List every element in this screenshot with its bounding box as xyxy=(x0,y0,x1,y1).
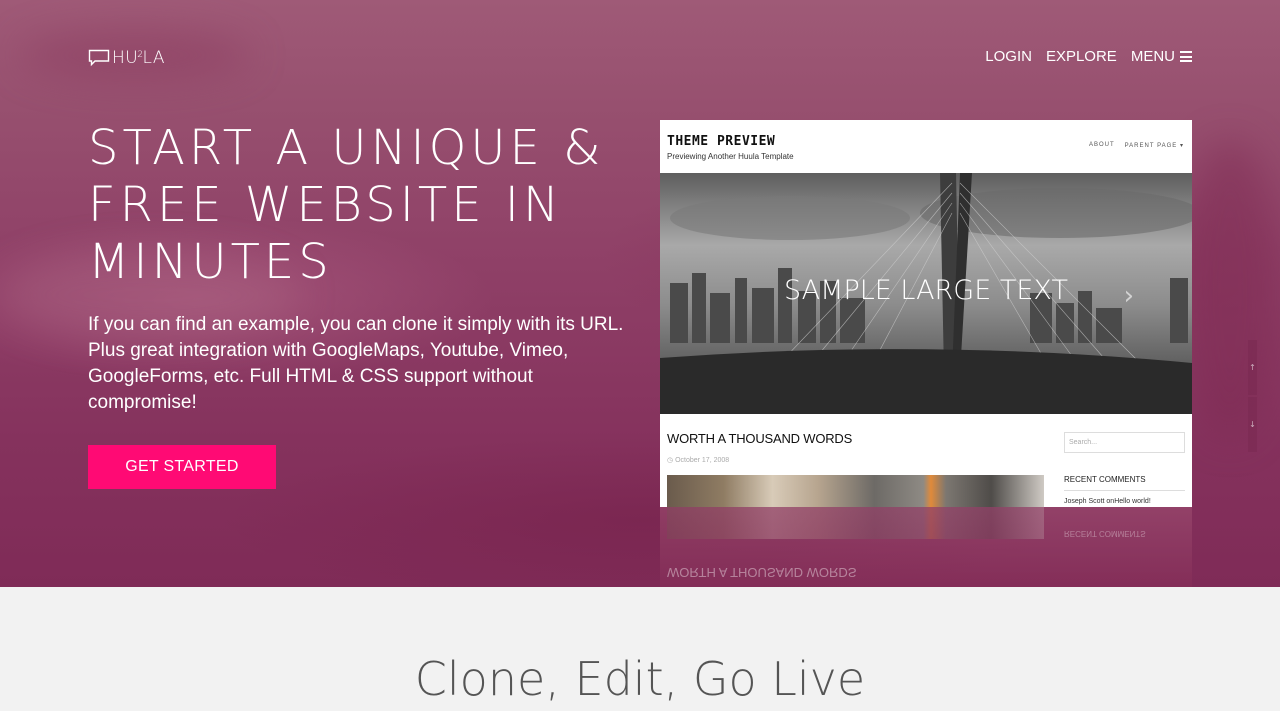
reflection-image xyxy=(667,507,1044,539)
preview-reflection: RECENT COMMENTS WORTH A THOUSAND WORDS xyxy=(660,507,1192,587)
menu-label: MENU xyxy=(1130,48,1175,65)
scroll-up-button[interactable]: ↑ xyxy=(1248,340,1257,395)
preview-post-date: ◷ October 17, 2008 xyxy=(667,457,730,464)
speech-bubble-icon xyxy=(88,49,110,67)
preview-nav-parent-page: PARENT PAGE ▾ xyxy=(1124,143,1184,149)
background-blur xyxy=(1180,140,1280,440)
scroll-controls: ↑ ↓ xyxy=(1248,340,1257,452)
explore-link[interactable]: EXPLORE xyxy=(1046,48,1117,65)
preview-banner-image: SAMPLE LARGE TEXT › xyxy=(660,173,1192,414)
menu-button[interactable]: MENU xyxy=(1131,48,1192,65)
preview-post-title: WORTH A THOUSAND WORDS xyxy=(667,431,853,446)
preview-recent-comment: Joseph Scott onHello world! xyxy=(1064,498,1151,505)
top-navigation: HU2LA LOGIN EXPLORE MENU xyxy=(88,44,1192,74)
reflection-recent-comments: RECENT COMMENTS xyxy=(1064,529,1146,538)
preview-nav-about: ABOUT xyxy=(1088,142,1115,148)
preview-site-title: THEME PREVIEW xyxy=(667,134,776,149)
clock-icon: ◷ xyxy=(667,457,674,464)
preview-recent-comments-title: RECENT COMMENTS xyxy=(1064,475,1185,491)
scroll-down-button[interactable]: ↓ xyxy=(1248,397,1257,452)
hero-section: HU2LA LOGIN EXPLORE MENU START A UNIQUE … xyxy=(0,0,1280,587)
preview-site-subtitle: Previewing Another Huula Template xyxy=(667,152,794,161)
theme-preview: THEME PREVIEW Previewing Another Huula T… xyxy=(660,120,1192,507)
login-link[interactable]: LOGIN xyxy=(985,48,1032,65)
hamburger-icon xyxy=(1180,51,1192,62)
preview-search-input: Search... xyxy=(1064,432,1185,453)
section-title: Clone, Edit, Go Live xyxy=(414,652,866,706)
preview-nav: ABOUT PARENT PAGE ▾ xyxy=(1089,142,1184,149)
hero-description: If you can find an example, you can clon… xyxy=(88,314,624,413)
main-nav: LOGIN EXPLORE MENU xyxy=(985,48,1192,65)
hero-headline: START A UNIQUE & FREE WEBSITE IN MINUTES xyxy=(88,120,605,290)
preview-post-image xyxy=(667,475,1044,507)
reflection-post-title: WORTH A THOUSAND WORDS xyxy=(667,565,857,580)
get-started-button[interactable]: GET STARTED xyxy=(88,445,276,489)
logo-text: HU2LA xyxy=(112,48,165,68)
huula-logo[interactable]: HU2LA xyxy=(88,48,165,68)
preview-banner-text: SAMPLE LARGE TEXT xyxy=(784,275,1068,306)
chevron-right-icon[interactable]: › xyxy=(1124,281,1134,311)
preview-header: THEME PREVIEW Previewing Another Huula T… xyxy=(660,120,1192,173)
